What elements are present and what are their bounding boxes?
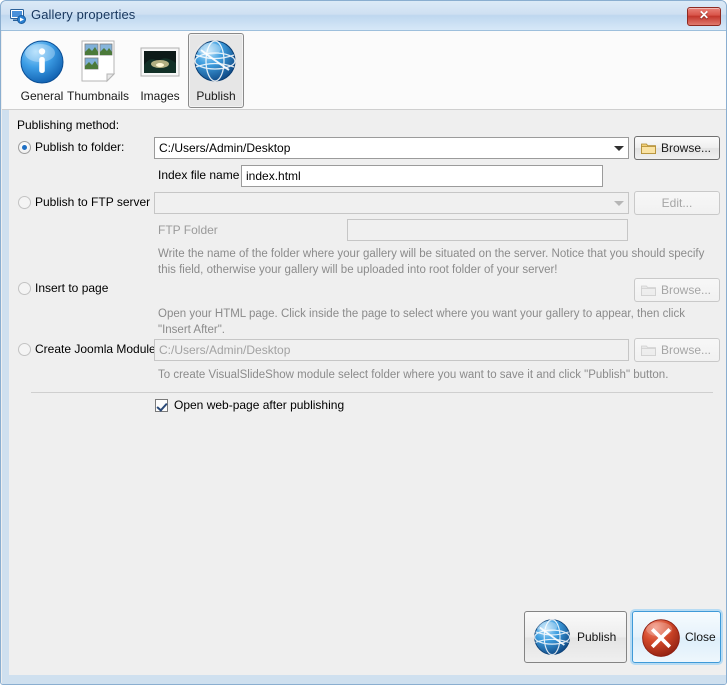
- publish-folder-path-combo[interactable]: C:/Users/Admin/Desktop: [154, 137, 629, 159]
- publish-panel: Publishing method: Publish to folder: C:…: [2, 110, 726, 675]
- label-open-webpage: Open web-page after publishing: [174, 398, 345, 412]
- radio-publish-to-folder[interactable]: [18, 141, 31, 154]
- globe-icon: [192, 38, 240, 86]
- browse-insert-page-button[interactable]: Browse...: [634, 278, 720, 302]
- ftp-server-dropdown-arrow[interactable]: [614, 201, 624, 206]
- info-icon: [18, 38, 66, 86]
- label-publish-to-ftp: Publish to FTP server: [35, 195, 151, 209]
- publish-button-label: Publish: [577, 630, 617, 644]
- checkbox-open-webpage[interactable]: [155, 399, 168, 412]
- label-index-file-name: Index file name: [158, 168, 240, 182]
- red-x-icon: [640, 617, 682, 659]
- edit-ftp-label: Edit...: [661, 196, 693, 210]
- index-file-name-value: index.html: [246, 169, 301, 183]
- joomla-path-value: C:/Users/Admin/Desktop: [159, 343, 291, 357]
- publishing-method-title: Publishing method:: [17, 118, 120, 132]
- tab-thumbnails[interactable]: Thumbnails: [67, 33, 130, 108]
- ftp-hint-text: Write the name of the folder where your …: [158, 248, 705, 276]
- ftp-folder-input[interactable]: [347, 219, 628, 241]
- publish-button[interactable]: Publish: [524, 611, 627, 663]
- browse-publish-folder-button[interactable]: Browse...: [634, 136, 720, 160]
- images-icon: [136, 38, 184, 86]
- footer-bar: [2, 675, 726, 684]
- browse-insert-page-label: Browse...: [661, 283, 712, 297]
- joomla-hint-text: To create VisualSlideShow module select …: [158, 369, 669, 381]
- window-title: Gallery properties: [31, 7, 136, 22]
- tab-publish[interactable]: Publish: [188, 33, 244, 108]
- close-button[interactable]: Close: [632, 611, 721, 663]
- section-divider: [31, 392, 713, 393]
- tab-publish-label: Publish: [196, 89, 236, 103]
- folder-icon: [641, 344, 656, 356]
- window-close-button[interactable]: ✕: [687, 7, 721, 26]
- index-file-name-input[interactable]: index.html: [241, 165, 603, 187]
- thumbnails-icon: [74, 38, 122, 86]
- folder-icon: [641, 142, 656, 154]
- publish-folder-dropdown-arrow[interactable]: [614, 146, 624, 151]
- title-bar: Gallery properties ✕: [1, 1, 726, 31]
- label-insert-to-page: Insert to page: [35, 281, 109, 295]
- edit-ftp-button[interactable]: Edit...: [634, 191, 720, 215]
- browse-joomla-button[interactable]: Browse...: [634, 338, 720, 362]
- close-button-label: Close: [685, 630, 716, 644]
- radio-publish-to-ftp[interactable]: [18, 196, 31, 209]
- label-create-joomla-module: Create Joomla Module: [35, 342, 156, 356]
- browse-joomla-label: Browse...: [661, 343, 712, 357]
- tab-strip: General Thumbnails Images Publish: [2, 31, 726, 110]
- label-ftp-folder: FTP Folder: [158, 223, 218, 237]
- browse-publish-folder-label: Browse...: [661, 141, 712, 155]
- globe-icon: [532, 617, 574, 659]
- tab-images-label: Images: [140, 89, 180, 103]
- tab-general[interactable]: General: [14, 33, 70, 108]
- ftp-server-combo[interactable]: [154, 192, 629, 214]
- tab-general-label: General: [20, 89, 64, 103]
- radio-insert-to-page[interactable]: [18, 282, 31, 295]
- label-publish-to-folder: Publish to folder:: [35, 140, 125, 154]
- joomla-path-input[interactable]: C:/Users/Admin/Desktop: [154, 339, 629, 361]
- publish-folder-path-value: C:/Users/Admin/Desktop: [159, 141, 291, 155]
- tab-thumbnails-label: Thumbnails: [67, 89, 130, 103]
- folder-icon: [641, 284, 656, 296]
- insert-page-hint-text: Open your HTML page. Click inside the pa…: [158, 308, 685, 336]
- radio-create-joomla-module[interactable]: [18, 343, 31, 356]
- gallery-properties-icon: [10, 8, 26, 24]
- close-icon: ✕: [698, 8, 710, 22]
- tab-images[interactable]: Images: [132, 33, 188, 108]
- gallery-properties-dialog: Gallery properties ✕ General Thumbnails …: [0, 0, 727, 685]
